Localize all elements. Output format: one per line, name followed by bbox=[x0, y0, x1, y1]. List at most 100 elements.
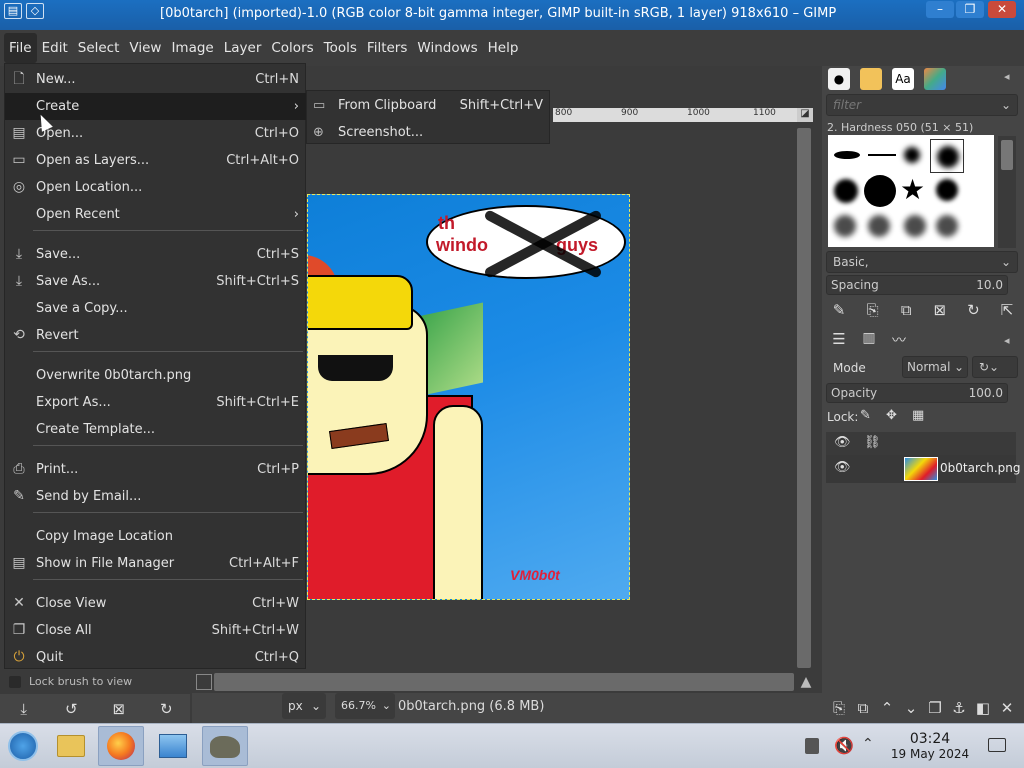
delete-layer-icon[interactable]: ✕ bbox=[996, 697, 1018, 719]
menu-image[interactable]: Image bbox=[166, 33, 218, 63]
menu-item-open-recent[interactable]: Open Recent › bbox=[5, 201, 307, 228]
gradients-tab-icon[interactable] bbox=[924, 68, 946, 90]
navigate-icon[interactable]: ▲ bbox=[797, 674, 815, 692]
horizontal-scrollbar[interactable] bbox=[214, 673, 794, 691]
lock-brush-checkbox[interactable] bbox=[9, 676, 21, 688]
layer-name[interactable]: 0b0tarch.png bbox=[940, 461, 1020, 475]
menu-tools[interactable]: Tools bbox=[319, 33, 362, 63]
close-window-button[interactable]: ✕ bbox=[988, 1, 1016, 18]
menu-windows[interactable]: Windows bbox=[412, 33, 482, 63]
patterns-tab-icon[interactable] bbox=[860, 68, 882, 90]
ruler-corner-icon[interactable]: ◪ bbox=[797, 108, 813, 122]
taskbar-firefox[interactable] bbox=[98, 726, 144, 766]
mode-reset-select[interactable]: ↻⌄ bbox=[972, 356, 1018, 378]
menu-item-save[interactable]: ⤓ Save... Ctrl+S bbox=[5, 241, 307, 268]
raise-layer-icon[interactable]: ⌃ bbox=[876, 697, 898, 719]
start-button[interactable] bbox=[0, 726, 46, 766]
menu-item-save-a-copy[interactable]: Save a Copy... bbox=[5, 295, 307, 322]
refresh-brushes-icon[interactable]: ↻ bbox=[962, 299, 984, 321]
mask-layer-icon[interactable]: ◧ bbox=[972, 697, 994, 719]
eye-icon[interactable]: 👁 bbox=[834, 460, 851, 475]
clipboard-tray-icon[interactable] bbox=[805, 738, 819, 754]
delete-brush-icon[interactable]: ⊠ bbox=[929, 299, 951, 321]
window-menu-icon[interactable]: ▤ bbox=[4, 3, 22, 19]
delete-icon[interactable]: ⊠ bbox=[108, 698, 130, 720]
menu-item-close-view[interactable]: ✕ Close View Ctrl+W bbox=[5, 590, 307, 617]
brush-scrollbar[interactable] bbox=[998, 136, 1016, 248]
image-canvas[interactable]: th windo guys VM0b0t bbox=[307, 194, 630, 600]
new-layer-icon[interactable]: ⎘ bbox=[828, 697, 850, 719]
channels-tab-icon[interactable]: ▥ bbox=[858, 330, 880, 352]
menu-item-export-as[interactable]: Export As... Shift+Ctrl+E bbox=[5, 389, 307, 416]
mute-icon[interactable]: 🔇 bbox=[834, 736, 854, 755]
menu-edit[interactable]: Edit bbox=[37, 33, 73, 63]
scroll-thumb[interactable] bbox=[797, 128, 811, 668]
menu-filters[interactable]: Filters bbox=[362, 33, 412, 63]
brush-preset-select[interactable]: Basic, ⌄ bbox=[826, 251, 1018, 273]
show-desktop-icon[interactable] bbox=[988, 738, 1006, 752]
open-as-image-icon[interactable]: ⇱ bbox=[996, 299, 1018, 321]
lower-layer-icon[interactable]: ⌄ bbox=[900, 697, 922, 719]
spacing-slider[interactable]: Spacing 10.0 bbox=[826, 275, 1008, 295]
menu-colors[interactable]: Colors bbox=[266, 33, 318, 63]
new-group-icon[interactable]: ⧉ bbox=[852, 697, 874, 719]
menu-item-screenshot[interactable]: ⊕ Screenshot... bbox=[307, 119, 551, 146]
menu-item-overwrite[interactable]: Overwrite 0b0tarch.png bbox=[5, 362, 307, 389]
taskbar-gimp[interactable] bbox=[202, 726, 248, 766]
unit-select[interactable]: px ⌄ bbox=[282, 693, 326, 719]
menu-item-open-location[interactable]: ◎ Open Location... bbox=[5, 174, 307, 201]
minimize-button[interactable]: – bbox=[926, 1, 954, 18]
brush-grid[interactable]: ★ bbox=[828, 135, 994, 247]
menu-item-new[interactable]: 🗋 New... Ctrl+N bbox=[5, 66, 307, 93]
zoom-select[interactable]: 66.7% ⌄ bbox=[335, 693, 395, 719]
eye-icon[interactable]: 👁 bbox=[834, 435, 851, 450]
clock[interactable]: 03:24 19 May 2024 bbox=[882, 732, 978, 762]
dock-menu-icon[interactable]: ◂ bbox=[1004, 334, 1010, 347]
lock-alpha-icon[interactable]: ▦ bbox=[912, 408, 924, 423]
brush-filter-input[interactable]: filter ⌄ bbox=[826, 94, 1018, 116]
duplicate-brush-icon[interactable]: ⧉ bbox=[895, 299, 917, 321]
menu-select[interactable]: Select bbox=[73, 33, 125, 63]
layer-item[interactable]: 👁 0b0tarch.png bbox=[826, 455, 1020, 483]
save-options-icon[interactable]: ⤓ bbox=[13, 698, 35, 720]
menu-item-open-as-layers[interactable]: ▭ Open as Layers... Ctrl+Alt+O bbox=[5, 147, 307, 174]
selected-brush[interactable] bbox=[930, 139, 964, 173]
mode-select[interactable]: Normal ⌄ bbox=[902, 356, 968, 378]
menu-layer[interactable]: Layer bbox=[219, 33, 267, 63]
paths-tab-icon[interactable]: 〰 bbox=[888, 330, 910, 352]
menu-view[interactable]: View bbox=[124, 33, 166, 63]
lock-pixels-icon[interactable]: ✎ bbox=[860, 408, 871, 423]
dock-menu-icon[interactable]: ◂ bbox=[1004, 70, 1010, 83]
layers-tab-icon[interactable]: ☰ bbox=[828, 330, 850, 352]
fonts-tab-icon[interactable]: Aa bbox=[892, 68, 914, 90]
maximize-button[interactable]: ❐ bbox=[956, 1, 984, 18]
menu-item-create-template[interactable]: Create Template... bbox=[5, 416, 307, 443]
menu-item-print[interactable]: ⎙ Print... Ctrl+P bbox=[5, 456, 307, 483]
taskbar-file-explorer[interactable] bbox=[48, 726, 94, 766]
opacity-slider[interactable]: Opacity 100.0 bbox=[826, 383, 1008, 403]
menu-item-show-in-file-manager[interactable]: ▤ Show in File Manager Ctrl+Alt+F bbox=[5, 550, 307, 577]
window-pin-icon[interactable]: ◇ bbox=[26, 3, 44, 19]
chevron-up-icon[interactable]: ⌃ bbox=[862, 736, 874, 752]
edit-brush-icon[interactable]: ✎ bbox=[828, 299, 850, 321]
menu-item-copy-image-location[interactable]: Copy Image Location bbox=[5, 523, 307, 550]
menu-item-from-clipboard[interactable]: ▭ From Clipboard Shift+Ctrl+V bbox=[307, 92, 551, 119]
menu-item-save-as[interactable]: ⤓ Save As... Shift+Ctrl+S bbox=[5, 268, 307, 295]
quick-mask-icon[interactable] bbox=[196, 674, 212, 690]
anchor-layer-icon[interactable]: ⚓ bbox=[948, 697, 970, 719]
taskbar-control-panel[interactable] bbox=[150, 726, 196, 766]
chain-icon[interactable]: ⛓ bbox=[864, 435, 881, 450]
reset-icon[interactable]: ↻ bbox=[155, 698, 177, 720]
restore-icon[interactable]: ↺ bbox=[60, 698, 82, 720]
brushes-tab-icon[interactable]: ● bbox=[828, 68, 850, 90]
menu-item-close-all[interactable]: ❐ Close All Shift+Ctrl+W bbox=[5, 617, 307, 644]
vertical-scrollbar[interactable] bbox=[795, 124, 815, 670]
lock-position-icon[interactable]: ✥ bbox=[886, 408, 897, 423]
menu-item-create[interactable]: Create › bbox=[5, 93, 307, 120]
menu-file[interactable]: File bbox=[4, 33, 37, 63]
scroll-thumb[interactable] bbox=[1001, 140, 1013, 170]
menu-item-send-email[interactable]: ✎ Send by Email... bbox=[5, 483, 307, 510]
duplicate-layer-icon[interactable]: ❐ bbox=[924, 697, 946, 719]
menu-help[interactable]: Help bbox=[483, 33, 524, 63]
menu-item-quit[interactable]: ⏻ Quit Ctrl+Q bbox=[5, 644, 307, 671]
